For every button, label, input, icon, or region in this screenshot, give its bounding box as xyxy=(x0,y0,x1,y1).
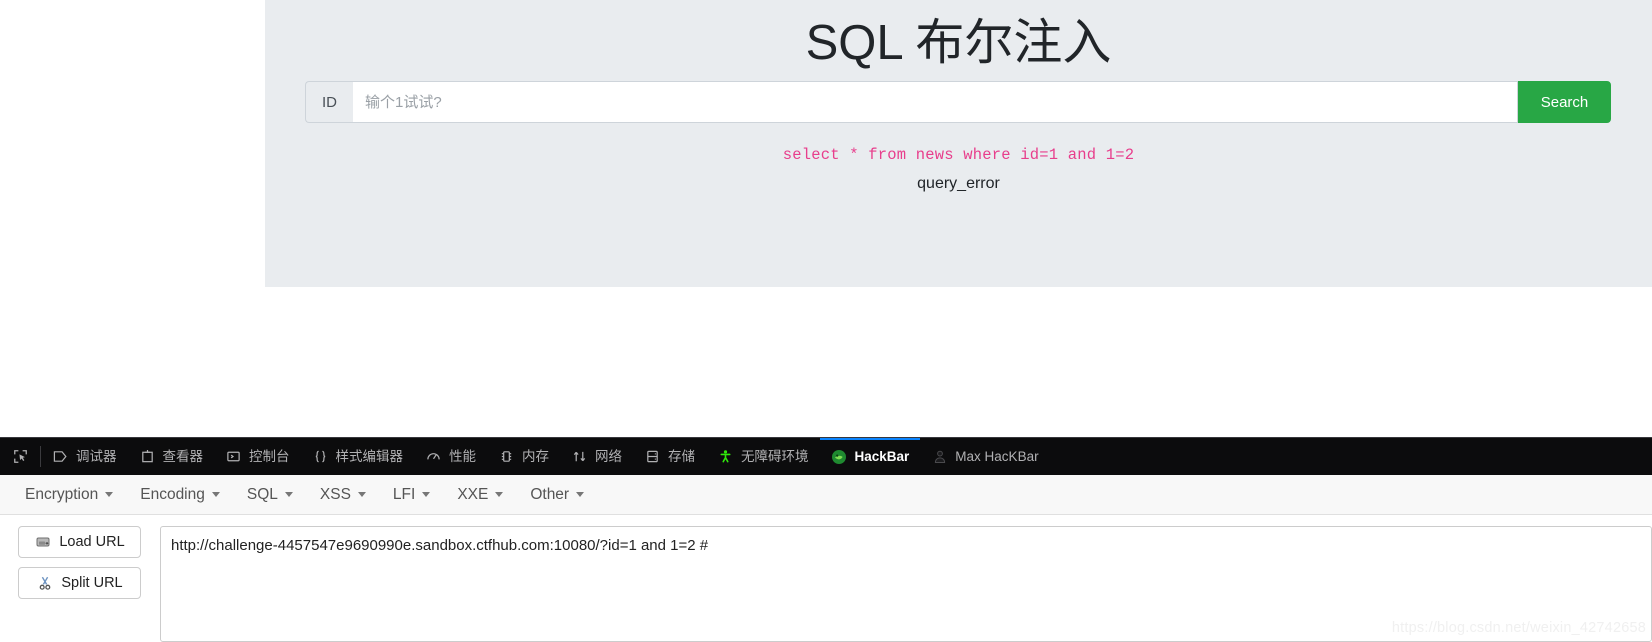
hackbar-menu-label: LFI xyxy=(392,485,416,503)
hackbar-button-column: Load URL Split URL xyxy=(0,526,160,642)
devtools-tab-storage[interactable]: 存储 xyxy=(633,438,706,475)
hackbar-menu-lfi[interactable]: LFI xyxy=(382,481,441,509)
hackbar-menu-label: Encoding xyxy=(140,485,205,503)
chevron-down-icon xyxy=(495,492,504,497)
style-editor-icon xyxy=(312,448,329,465)
devtools-tab-label: 样式编辑器 xyxy=(335,448,404,464)
hackbar-menu-sql[interactable]: SQL xyxy=(236,481,304,509)
sql-query-text: select * from news where id=1 and 1=2 xyxy=(782,146,1135,164)
memory-icon xyxy=(498,448,515,465)
load-url-button[interactable]: Load URL xyxy=(18,526,141,558)
chevron-down-icon xyxy=(422,492,431,497)
devtools-tab-label: 控制台 xyxy=(249,448,290,464)
id-input[interactable] xyxy=(353,81,1518,123)
challenge-panel: SQL 布尔注入 ID Search select * from news wh… xyxy=(265,0,1652,287)
devtools-tab-network[interactable]: 网络 xyxy=(560,438,633,475)
hackbar-menu-label: Encryption xyxy=(25,485,99,503)
load-url-label: Load URL xyxy=(59,534,125,550)
split-url-button[interactable]: Split URL xyxy=(18,567,141,599)
debugger-icon xyxy=(52,448,69,465)
hackbar-menu-label: XSS xyxy=(319,485,351,503)
element-picker-icon[interactable] xyxy=(0,438,40,475)
chevron-down-icon xyxy=(576,492,585,497)
inspector-icon xyxy=(139,448,156,465)
chevron-down-icon xyxy=(105,492,114,497)
devtools-tab-label: 查看器 xyxy=(162,448,204,464)
hackbar-menu-encoding[interactable]: Encoding xyxy=(129,481,231,509)
devtools-tab-style-editor[interactable]: 样式编辑器 xyxy=(301,438,415,475)
devtools-tab-label: 内存 xyxy=(522,448,549,464)
split-url-icon xyxy=(36,575,53,592)
hackbar-body: Load URL Split URL http://challenge-4457… xyxy=(0,515,1652,642)
devtools-tab-performance[interactable]: 性能 xyxy=(414,438,487,475)
devtools-tab-memory[interactable]: 内存 xyxy=(487,438,560,475)
search-button[interactable]: Search xyxy=(1518,81,1611,123)
devtools-tab-label: 调试器 xyxy=(76,448,117,464)
devtools-tab-label: 存储 xyxy=(668,448,695,464)
hackbar-url-input[interactable]: http://challenge-4457547e9690990e.sandbo… xyxy=(160,526,1652,642)
load-url-icon xyxy=(34,534,51,551)
hackbar-menu-xss[interactable]: XSS xyxy=(309,481,377,509)
hackbar-menu-label: Other xyxy=(530,485,570,503)
performance-icon xyxy=(425,448,442,465)
console-icon xyxy=(225,448,242,465)
chevron-down-icon xyxy=(357,492,366,497)
network-icon xyxy=(571,448,588,465)
devtools-tab-max-hackbar[interactable]: Max HacKBar xyxy=(920,438,1049,475)
devtools-tab-inspector[interactable]: 查看器 xyxy=(128,438,215,475)
devtools-tab-label: Max HacKBar xyxy=(955,448,1039,464)
chevron-down-icon xyxy=(211,492,220,497)
storage-icon xyxy=(644,448,661,465)
devtools-tab-console[interactable]: 控制台 xyxy=(214,438,301,475)
hackbar-menubar: Encryption Encoding SQL XSS LFI XXE Othe… xyxy=(0,475,1652,515)
hackbar-menu-other[interactable]: Other xyxy=(519,481,595,509)
query-result-text: query_error xyxy=(917,175,1000,192)
hackbar-menu-xxe[interactable]: XXE xyxy=(446,481,514,509)
hackbar-menu-label: SQL xyxy=(246,485,278,503)
hackbar-menu-encryption[interactable]: Encryption xyxy=(14,481,124,509)
hackbar-menu-label: XXE xyxy=(457,485,489,503)
devtools-tab-label: HackBar xyxy=(854,448,910,464)
id-label: ID xyxy=(305,81,353,123)
chevron-down-icon xyxy=(284,492,293,497)
id-search-group: ID Search xyxy=(305,81,1611,123)
devtools-tab-accessibility[interactable]: 无障碍环境 xyxy=(706,438,820,475)
devtools-toolbar: 调试器 查看器 控制台 样式编辑器 性能 内存 网络 存储 无障碍环境 Hack… xyxy=(0,437,1652,475)
browser-content: SQL 布尔注入 ID Search select * from news wh… xyxy=(0,0,1652,437)
devtools-tab-debugger[interactable]: 调试器 xyxy=(41,438,128,475)
page-title: SQL 布尔注入 xyxy=(805,16,1112,70)
screenshot-root: SQL 布尔注入 ID Search select * from news wh… xyxy=(0,0,1652,642)
devtools-tab-hackbar[interactable]: HackBar xyxy=(819,438,921,475)
devtools-tab-label: 性能 xyxy=(449,448,476,464)
devtools-panel: 调试器 查看器 控制台 样式编辑器 性能 内存 网络 存储 无障碍环境 Hack… xyxy=(0,437,1652,642)
max-hackbar-icon xyxy=(931,448,948,465)
devtools-tab-label: 无障碍环境 xyxy=(741,448,809,464)
split-url-label: Split URL xyxy=(61,575,123,591)
hackbar-icon xyxy=(831,448,848,465)
accessibility-icon xyxy=(717,448,734,465)
devtools-tab-label: 网络 xyxy=(595,448,622,464)
